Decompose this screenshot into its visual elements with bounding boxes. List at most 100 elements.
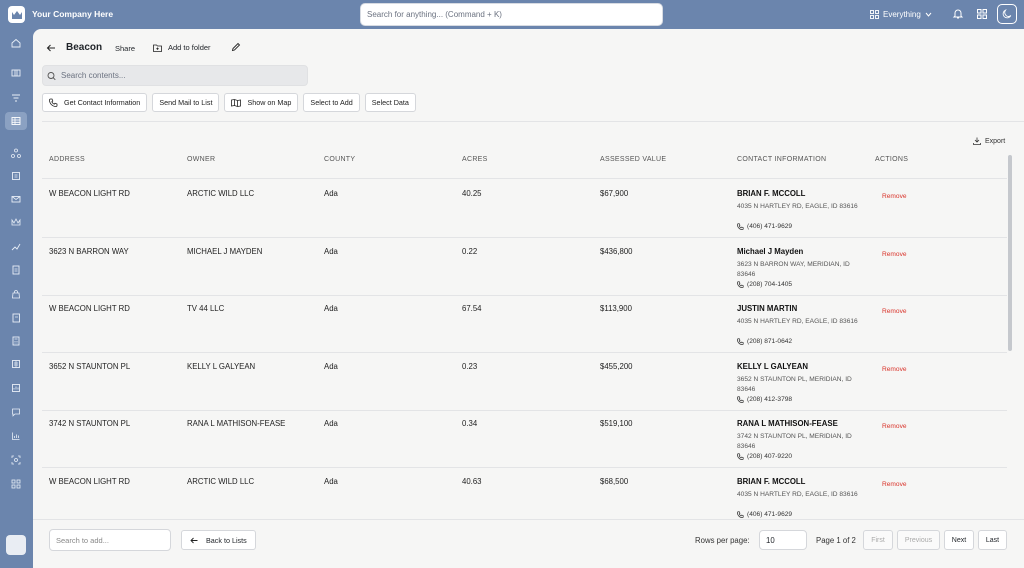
sidebar-network-icon[interactable]: [5, 144, 27, 162]
remove-button[interactable]: Remove: [882, 481, 907, 488]
bell-icon[interactable]: [952, 8, 964, 20]
cell-owner: KELLY L GALYEAN: [187, 361, 256, 371]
cell-owner: RANA L MATHISON-FEASE: [187, 419, 286, 428]
last-page-button[interactable]: Last: [978, 530, 1007, 550]
table-row[interactable]: W BEACON LIGHT RD ARCTIC WILD LLC Ada 40.63…: [42, 468, 1007, 520]
search-to-add[interactable]: [49, 529, 171, 551]
first-page-button[interactable]: First: [863, 530, 893, 550]
sidebar-building-icon[interactable]: [5, 167, 27, 185]
cell-owner: MICHAEL J MAYDEN: [187, 246, 263, 256]
next-page-button[interactable]: Next: [944, 530, 974, 550]
map-icon: [231, 98, 242, 107]
sidebar-document-icon[interactable]: [5, 261, 27, 279]
cell-county: Ada: [324, 419, 338, 428]
user-avatar[interactable]: [6, 535, 26, 555]
col-acres[interactable]: ACRES: [462, 156, 488, 163]
sidebar-scan-icon[interactable]: [5, 451, 27, 469]
main-panel: Beacon Share Add to folder Get Contact I…: [33, 29, 1024, 568]
cell-address: 3742 N STAUNTON PL: [49, 419, 131, 428]
contact-phone[interactable]: (208) 412-3798: [737, 396, 792, 403]
select-data-button[interactable]: Select Data: [364, 93, 416, 112]
cell-acres: 0.23: [462, 361, 478, 371]
content-search-input[interactable]: [57, 66, 307, 85]
get-contact-info-button[interactable]: Get Contact Information: [42, 93, 148, 112]
col-county[interactable]: COUNTY: [324, 156, 355, 163]
table-row[interactable]: 3623 N BARRON WAY MICHAEL J MAYDEN Ada 0.22…: [42, 238, 1007, 296]
phone-icon: [737, 453, 744, 460]
contact-phone-number: (406) 471-9629: [747, 510, 793, 518]
col-address[interactable]: ADDRESS: [49, 156, 85, 163]
cell-assessed-value: $113,900: [600, 304, 632, 313]
sidebar-invoice-icon[interactable]: [5, 355, 27, 373]
col-assessed-value[interactable]: ASSESSED VALUE: [600, 156, 666, 163]
contact-phone[interactable]: (208) 871-0642: [737, 338, 792, 345]
phone-icon: [737, 510, 744, 518]
global-search[interactable]: [360, 3, 663, 26]
remove-button[interactable]: Remove: [882, 366, 907, 373]
select-to-add-button[interactable]: Select to Add: [303, 93, 360, 112]
table-row[interactable]: 3652 N STAUNTON PL KELLY L GALYEAN Ada 0.23…: [42, 353, 1007, 411]
global-search-input[interactable]: [361, 4, 662, 25]
sidebar-apps-icon[interactable]: [5, 475, 27, 493]
contact-phone[interactable]: (406) 471-9629: [737, 511, 792, 518]
sidebar-mail-icon[interactable]: [5, 190, 27, 208]
search-to-add-input[interactable]: [50, 530, 170, 550]
remove-button[interactable]: Remove: [882, 308, 907, 315]
cell-county: Ada: [324, 246, 338, 256]
contact-phone[interactable]: (406) 471-9629: [737, 223, 792, 230]
sidebar-chart-icon[interactable]: [5, 427, 27, 445]
table-row[interactable]: W BEACON LIGHT RD ARCTIC WILD LLC Ada 40.25…: [42, 180, 1007, 238]
add-to-folder-button[interactable]: Add to folder: [153, 43, 211, 52]
table-row[interactable]: W BEACON LIGHT RD TV 44 LLC Ada 67.54 $113,9…: [42, 295, 1007, 353]
contact-phone[interactable]: (208) 407-9220: [737, 453, 792, 460]
search-scope-dropdown[interactable]: Everything: [870, 10, 932, 19]
remove-button[interactable]: Remove: [882, 251, 907, 258]
sidebar-lists-icon[interactable]: [5, 112, 27, 130]
apps-grid-icon[interactable]: [976, 8, 988, 20]
back-to-lists-button[interactable]: Back to Lists: [181, 530, 256, 550]
back-arrow-icon[interactable]: [46, 43, 56, 53]
sidebar-map-icon[interactable]: [5, 64, 27, 82]
rows-per-page-select[interactable]: 10: [759, 530, 807, 550]
sidebar-calculator-icon[interactable]: [5, 332, 27, 350]
company-logo-icon[interactable]: [8, 6, 25, 23]
theme-toggle-button[interactable]: [997, 4, 1017, 24]
previous-page-button[interactable]: Previous: [897, 530, 940, 550]
table-scrollbar[interactable]: [1008, 155, 1012, 351]
send-mail-button[interactable]: Send Mail to List: [152, 93, 220, 112]
sidebar-report-icon[interactable]: [5, 379, 27, 397]
cell-acres: 67.54: [462, 304, 482, 313]
cell-address: 3652 N STAUNTON PL: [49, 361, 131, 371]
cell-address: W BEACON LIGHT RD: [49, 189, 130, 198]
sidebar-chat-icon[interactable]: [5, 403, 27, 421]
content-search[interactable]: [42, 65, 308, 86]
table-row[interactable]: 3742 N STAUNTON PL RANA L MATHISON-FEASE A…: [42, 410, 1007, 468]
contact-phone-number: (208) 407-9220: [747, 453, 793, 460]
contact-phone[interactable]: (208) 704-1405: [737, 281, 792, 288]
cell-assessed-value: $68,500: [600, 476, 629, 486]
pencil-icon[interactable]: [231, 42, 241, 52]
sidebar-trend-icon[interactable]: [5, 238, 27, 256]
col-owner[interactable]: OWNER: [187, 156, 215, 163]
share-button[interactable]: Share: [115, 44, 135, 53]
phone-icon: [737, 223, 744, 230]
cell-acres: 0.22: [462, 246, 478, 256]
contact-address: 4035 N HARTLEY RD, EAGLE, ID 83616: [737, 203, 858, 210]
phone-icon: [49, 98, 58, 107]
sidebar-filter-icon[interactable]: [5, 89, 27, 107]
col-contact-information[interactable]: CONTACT INFORMATION: [737, 156, 826, 163]
sidebar-book-icon[interactable]: [5, 309, 27, 327]
cell-assessed-value: $436,800: [600, 246, 633, 256]
contact-address: 3652 N STAUNTON PL, MERIDIAN, ID 83646: [737, 375, 852, 393]
remove-button[interactable]: Remove: [882, 193, 907, 200]
arrow-left-icon: [190, 537, 198, 543]
export-button[interactable]: Export: [973, 137, 1005, 145]
sidebar-bag-icon[interactable]: [5, 285, 27, 303]
remove-button[interactable]: Remove: [882, 423, 907, 430]
sidebar: [0, 29, 33, 568]
sidebar-crown-icon[interactable]: [5, 213, 27, 231]
contact-name: Michael J Mayden: [737, 246, 804, 256]
divider: [42, 121, 1024, 122]
show-on-map-button[interactable]: Show on Map: [224, 93, 299, 112]
sidebar-home-icon[interactable]: [5, 34, 27, 52]
